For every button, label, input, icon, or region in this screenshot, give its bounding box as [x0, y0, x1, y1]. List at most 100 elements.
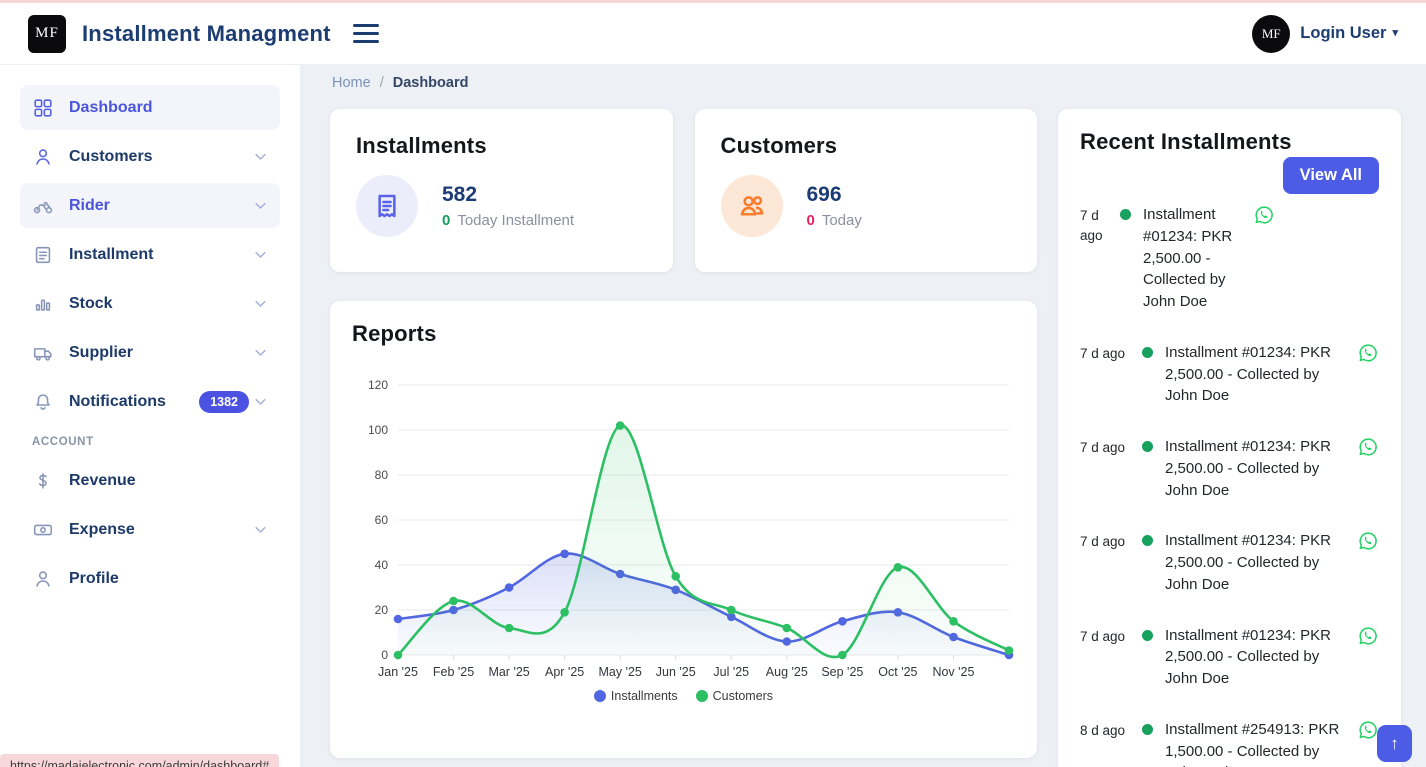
user-menu[interactable]: Login User ▾ — [1300, 24, 1398, 43]
recent-installment-item: 8 d ago Installment #254913: PKR 1,500.0… — [1080, 719, 1379, 767]
breadcrumb-separator: / — [380, 75, 384, 91]
stat-today-label: Today — [822, 212, 862, 229]
recent-item-time: 7 d ago — [1080, 530, 1136, 595]
sidebar-item-label: Notifications — [69, 393, 199, 411]
status-dot — [1142, 630, 1153, 641]
sidebar-item-notifications[interactable]: Notifications 1382 — [20, 379, 280, 424]
recent-item-text: Installment #01234: PKR 2,500.00 - Colle… — [1165, 625, 1349, 690]
sidebar-item-customers[interactable]: Customers — [20, 134, 280, 179]
status-dot — [1142, 347, 1153, 358]
sidebar-item-label: Rider — [69, 197, 253, 215]
status-dot — [1142, 724, 1153, 735]
svg-text:Jan '25: Jan '25 — [378, 665, 418, 679]
receipt-list-icon — [32, 244, 54, 266]
profile-icon — [32, 568, 54, 590]
svg-text:Apr '25: Apr '25 — [545, 665, 584, 679]
scroll-to-top-button[interactable]: ↑ — [1377, 725, 1412, 762]
sidebar-item-revenue[interactable]: Revenue — [20, 458, 280, 503]
notification-count-badge: 1382 — [199, 391, 249, 413]
svg-text:60: 60 — [375, 513, 389, 527]
chevron-down-icon — [253, 296, 268, 311]
svg-text:Mar '25: Mar '25 — [488, 665, 529, 679]
legend-dot — [594, 690, 606, 702]
sidebar-section-label: ACCOUNT — [32, 436, 280, 448]
stat-value: 696 — [807, 183, 862, 207]
svg-text:Oct '25: Oct '25 — [878, 665, 917, 679]
stat-value: 582 — [442, 183, 574, 207]
legend-label: Customers — [713, 689, 773, 703]
app-title: Installment Managment — [82, 21, 331, 47]
app-header: MF Installment Managment MF Login User ▾ — [0, 3, 1426, 65]
breadcrumb-current: Dashboard — [393, 75, 469, 91]
whatsapp-icon[interactable] — [1357, 719, 1379, 741]
sidebar-item-dashboard[interactable]: Dashboard — [20, 85, 280, 130]
banknote-icon — [32, 519, 54, 541]
status-dot — [1142, 535, 1153, 546]
whatsapp-icon[interactable] — [1253, 204, 1275, 226]
app-logo: MF — [28, 15, 66, 53]
svg-text:20: 20 — [375, 603, 389, 617]
whatsapp-icon[interactable] — [1357, 625, 1379, 647]
chevron-down-icon — [253, 522, 268, 537]
svg-text:120: 120 — [368, 378, 388, 392]
svg-text:Nov '25: Nov '25 — [932, 665, 974, 679]
sidebar-item-stock[interactable]: Stock — [20, 281, 280, 326]
reports-line-chart[interactable]: 020406080100120Jan '25Feb '25Mar '25Apr … — [352, 373, 1015, 687]
stat-subtext: 0 Today Installment — [442, 212, 574, 229]
user-avatar[interactable]: MF — [1252, 15, 1290, 53]
legend-item-installments[interactable]: Installments — [594, 689, 678, 703]
menu-toggle-icon[interactable] — [349, 20, 383, 47]
reports-title: Reports — [352, 321, 1015, 347]
chevron-down-icon — [253, 247, 268, 262]
chevron-down-icon — [253, 394, 268, 409]
recent-item-time: 7 d ago — [1080, 342, 1136, 407]
stat-card-title: Installments — [356, 133, 647, 159]
avatar-text: MF — [1262, 26, 1281, 42]
whatsapp-icon[interactable] — [1357, 436, 1379, 458]
caret-down-icon: ▾ — [1392, 28, 1398, 39]
sidebar-item-expense[interactable]: Expense — [20, 507, 280, 552]
svg-text:100: 100 — [368, 423, 388, 437]
stat-today-label: Today Installment — [457, 212, 574, 229]
stat-card-title: Customers — [721, 133, 1012, 159]
recent-installment-item: 7 d ago Installment #01234: PKR 2,500.00… — [1080, 342, 1379, 407]
sidebar-item-rider[interactable]: Rider — [20, 183, 280, 228]
sidebar-item-label: Stock — [69, 295, 253, 313]
stat-today-count: 0 — [442, 212, 450, 229]
breadcrumb: Home / Dashboard — [332, 75, 1401, 91]
sidebar-item-installment[interactable]: Installment — [20, 232, 280, 277]
customers-card: Customers 696 0Today — [695, 109, 1038, 272]
status-dot — [1142, 441, 1153, 452]
sidebar-item-label: Profile — [69, 570, 268, 588]
status-bar-url: https://madajelectronic.com/admin/dashbo… — [0, 754, 279, 767]
recent-item-text: Installment #01234: PKR 2,500.00 - Colle… — [1143, 204, 1245, 313]
stat-subtext: 0Today — [807, 212, 862, 229]
sidebar-item-supplier[interactable]: Supplier — [20, 330, 280, 375]
sidebar: Dashboard Customers Rider Installment St… — [0, 65, 300, 767]
recent-installments-card: Recent Installments View All 7 d ago Ins… — [1058, 109, 1401, 767]
recent-item-time: 7 d ago — [1080, 204, 1114, 313]
recent-installment-item: 7 d ago Installment #01234: PKR 2,500.00… — [1080, 204, 1379, 313]
sidebar-item-profile[interactable]: Profile — [20, 556, 280, 601]
recent-installments-list: 7 d ago Installment #01234: PKR 2,500.00… — [1080, 204, 1379, 767]
whatsapp-icon[interactable] — [1357, 342, 1379, 364]
recent-item-time: 7 d ago — [1080, 436, 1136, 501]
chevron-down-icon — [253, 198, 268, 213]
bell-icon — [32, 391, 54, 413]
whatsapp-icon[interactable] — [1357, 530, 1379, 552]
recent-installment-item: 7 d ago Installment #01234: PKR 2,500.00… — [1080, 530, 1379, 595]
installments-card: Installments 582 0 Today Installment — [330, 109, 673, 272]
header-right: MF Login User ▾ — [1252, 15, 1398, 53]
sidebar-item-label: Supplier — [69, 344, 253, 362]
breadcrumb-home[interactable]: Home — [332, 75, 371, 91]
svg-text:May '25: May '25 — [598, 665, 641, 679]
legend-item-customers[interactable]: Customers — [696, 689, 773, 703]
main-content: Home / Dashboard Installments 582 0Today… — [300, 65, 1426, 767]
chart-legend: Installments Customers — [352, 689, 1015, 703]
sidebar-item-label: Revenue — [69, 472, 268, 490]
truck-icon — [32, 342, 54, 364]
recent-installments-title: Recent Installments — [1080, 129, 1379, 155]
users-icon — [721, 175, 783, 237]
view-all-button[interactable]: View All — [1283, 157, 1379, 194]
recent-installment-item: 7 d ago Installment #01234: PKR 2,500.00… — [1080, 625, 1379, 690]
